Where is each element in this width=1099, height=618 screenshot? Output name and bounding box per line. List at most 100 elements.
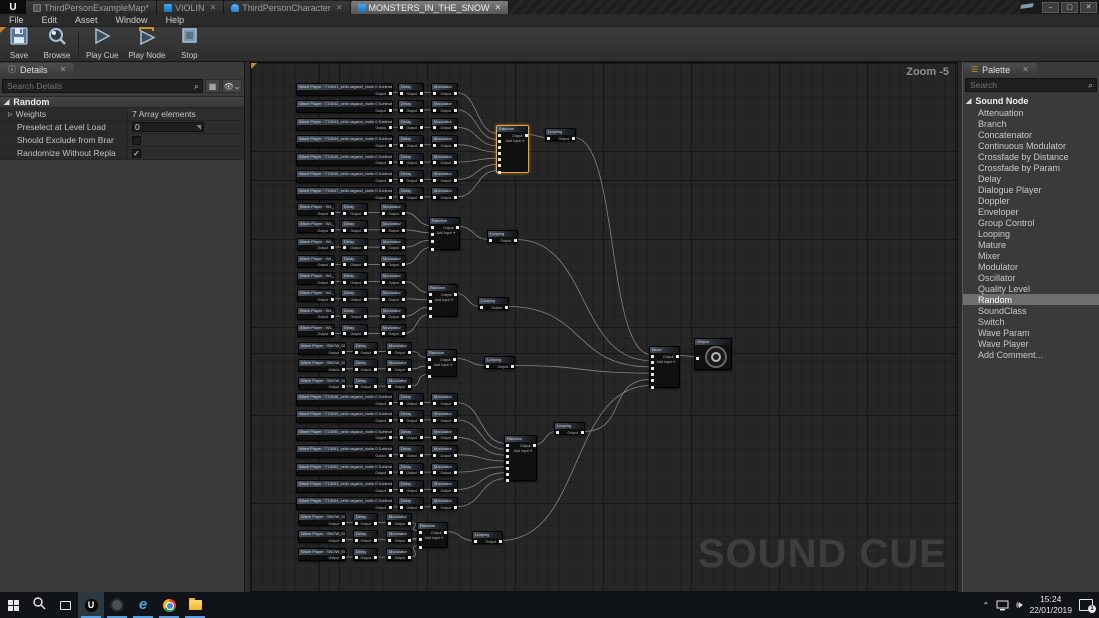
property-label[interactable]: Should Exclude from Brar bbox=[0, 134, 128, 146]
pin[interactable] bbox=[498, 134, 501, 137]
pin[interactable] bbox=[388, 368, 391, 371]
pin[interactable] bbox=[480, 306, 483, 309]
graph-node-modulator[interactable]: ModulatorOutput bbox=[431, 153, 458, 166]
pin[interactable] bbox=[433, 402, 436, 405]
task-view[interactable] bbox=[52, 592, 78, 618]
pin[interactable] bbox=[431, 240, 434, 243]
graph-node-modulator[interactable]: ModulatorOutput bbox=[431, 480, 458, 493]
graph-node-delay[interactable]: DelayOutput bbox=[398, 118, 424, 131]
tab-thirdpersoncharacter[interactable]: ThirdPersonCharacter✕ bbox=[224, 1, 350, 14]
pin[interactable] bbox=[420, 489, 423, 492]
pin[interactable] bbox=[343, 315, 346, 318]
pin[interactable] bbox=[331, 246, 334, 249]
pin[interactable] bbox=[382, 229, 385, 232]
pin[interactable] bbox=[402, 281, 405, 284]
pin[interactable] bbox=[343, 229, 346, 232]
chrome[interactable] bbox=[156, 592, 182, 618]
menu-file[interactable]: File bbox=[0, 15, 33, 25]
pin[interactable] bbox=[420, 436, 423, 439]
palette-item-mixer[interactable]: Mixer bbox=[963, 250, 1099, 261]
graph-node-delay[interactable]: DelayOutput bbox=[398, 187, 424, 200]
pin[interactable] bbox=[364, 315, 367, 318]
graph-node-wave-player[interactable]: Wave Player : WL_6Output bbox=[297, 289, 335, 302]
graph-node-modulator[interactable]: ModulatorOutput bbox=[380, 238, 406, 251]
pin[interactable] bbox=[331, 332, 334, 335]
graph-node-modulator[interactable]: ModulatorOutput bbox=[431, 118, 458, 131]
preselect-spinbox[interactable]: 0◥ bbox=[132, 122, 204, 132]
pin[interactable] bbox=[400, 196, 403, 199]
close-button[interactable]: ✕ bbox=[1080, 2, 1097, 13]
browse-button[interactable]: Browse bbox=[38, 27, 76, 61]
pin[interactable] bbox=[364, 281, 367, 284]
pin[interactable] bbox=[388, 385, 391, 388]
pin[interactable] bbox=[454, 436, 457, 439]
palette-item-crossfade-by-distance[interactable]: Crossfade by Distance bbox=[963, 151, 1099, 162]
pin[interactable] bbox=[431, 248, 434, 251]
palette-item-crossfade-by-param[interactable]: Crossfade by Param bbox=[963, 162, 1099, 173]
pin[interactable] bbox=[355, 351, 358, 354]
graph-node-wave-player[interactable]: Wave Player : T13048_cello ragazzi_violi… bbox=[296, 393, 393, 406]
pin[interactable] bbox=[342, 539, 345, 542]
pin[interactable] bbox=[419, 531, 422, 534]
graph-node-modulator[interactable]: ModulatorOutput bbox=[431, 135, 458, 148]
pin[interactable] bbox=[420, 454, 423, 457]
graph-node-delay[interactable]: DelayOutput bbox=[398, 100, 424, 113]
pin[interactable] bbox=[428, 375, 431, 378]
pin[interactable] bbox=[342, 368, 345, 371]
graph-node-looping[interactable]: LoopingOutput bbox=[472, 531, 503, 544]
graph-node-delay[interactable]: DelayOutput bbox=[353, 342, 378, 355]
pin[interactable] bbox=[420, 402, 423, 405]
graph-node-modulator[interactable]: ModulatorOutput bbox=[386, 342, 412, 355]
pin[interactable] bbox=[389, 454, 392, 457]
details-search-input[interactable] bbox=[3, 81, 191, 91]
pin[interactable] bbox=[506, 444, 509, 447]
graph-node-modulator[interactable]: ModulatorOutput bbox=[431, 393, 458, 406]
pin[interactable] bbox=[382, 298, 385, 301]
graph-node-modulator[interactable]: ModulatorOutput bbox=[431, 497, 458, 510]
play-cue-button[interactable]: Play Cue bbox=[81, 27, 123, 61]
pin[interactable] bbox=[364, 229, 367, 232]
sound-cue-graph[interactable]: Zoom -5 SOUND CUE Wave Player : T13041_c… bbox=[250, 62, 958, 592]
pin[interactable] bbox=[454, 161, 457, 164]
graph-node-delay[interactable]: DelayOutput bbox=[398, 393, 424, 406]
pin[interactable] bbox=[400, 471, 403, 474]
pin[interactable] bbox=[389, 419, 392, 422]
graph-node-random[interactable]: RandomOutputAdd Input ✛ bbox=[429, 217, 460, 250]
graph-node-modulator[interactable]: ModulatorOutput bbox=[431, 187, 458, 200]
pin[interactable] bbox=[454, 179, 457, 182]
pin[interactable] bbox=[429, 315, 432, 318]
pin[interactable] bbox=[428, 358, 431, 361]
graph-node-wave-player[interactable]: Wave Player : WL_2Output bbox=[297, 220, 335, 233]
pin[interactable] bbox=[506, 467, 509, 470]
graph-node-modulator[interactable]: ModulatorOutput bbox=[380, 203, 406, 216]
palette-item-modulator[interactable]: Modulator bbox=[963, 261, 1099, 272]
pin[interactable] bbox=[506, 455, 509, 458]
graph-node-modulator[interactable]: ModulatorOutput bbox=[380, 289, 406, 302]
pin[interactable] bbox=[486, 365, 489, 368]
graph-node-modulator[interactable]: ModulatorOutput bbox=[386, 513, 412, 526]
graph-node-modulator[interactable]: ModulatorOutput bbox=[431, 463, 458, 476]
graph-node-wave-player[interactable]: Wave Player : SNOW_001Output bbox=[298, 513, 346, 526]
pin[interactable] bbox=[408, 556, 411, 559]
pin[interactable] bbox=[355, 385, 358, 388]
pin[interactable] bbox=[389, 109, 392, 112]
palette-item-enveloper[interactable]: Enveloper bbox=[963, 206, 1099, 217]
pin[interactable] bbox=[533, 444, 536, 447]
internet-explorer[interactable]: e bbox=[130, 592, 156, 618]
pin[interactable] bbox=[331, 263, 334, 266]
graph-node-looping[interactable]: LoopingOutput bbox=[545, 128, 576, 141]
graph-node-delay[interactable]: DelayOutput bbox=[341, 220, 368, 233]
graph-node-mixer[interactable]: MixerOutputAdd Input ✛ bbox=[649, 346, 680, 388]
pin[interactable] bbox=[454, 92, 457, 95]
pin[interactable] bbox=[389, 144, 392, 147]
pin[interactable] bbox=[454, 109, 457, 112]
pin[interactable] bbox=[444, 531, 447, 534]
pin[interactable] bbox=[389, 179, 392, 182]
palette-item-wave-player[interactable]: Wave Player bbox=[963, 338, 1099, 349]
graph-node-wave-player[interactable]: Wave Player : SNOW_003Output bbox=[298, 377, 346, 390]
pin[interactable] bbox=[433, 506, 436, 509]
graph-node-wave-player[interactable]: Wave Player : SNOW_002Output bbox=[298, 530, 346, 543]
graph-node-wave-player[interactable]: Wave Player : WL_5Output bbox=[297, 272, 335, 285]
graph-node-random[interactable]: RandomOutputAdd Input ✛ bbox=[427, 284, 458, 317]
graph-node-delay[interactable]: DelayOutput bbox=[341, 307, 368, 320]
